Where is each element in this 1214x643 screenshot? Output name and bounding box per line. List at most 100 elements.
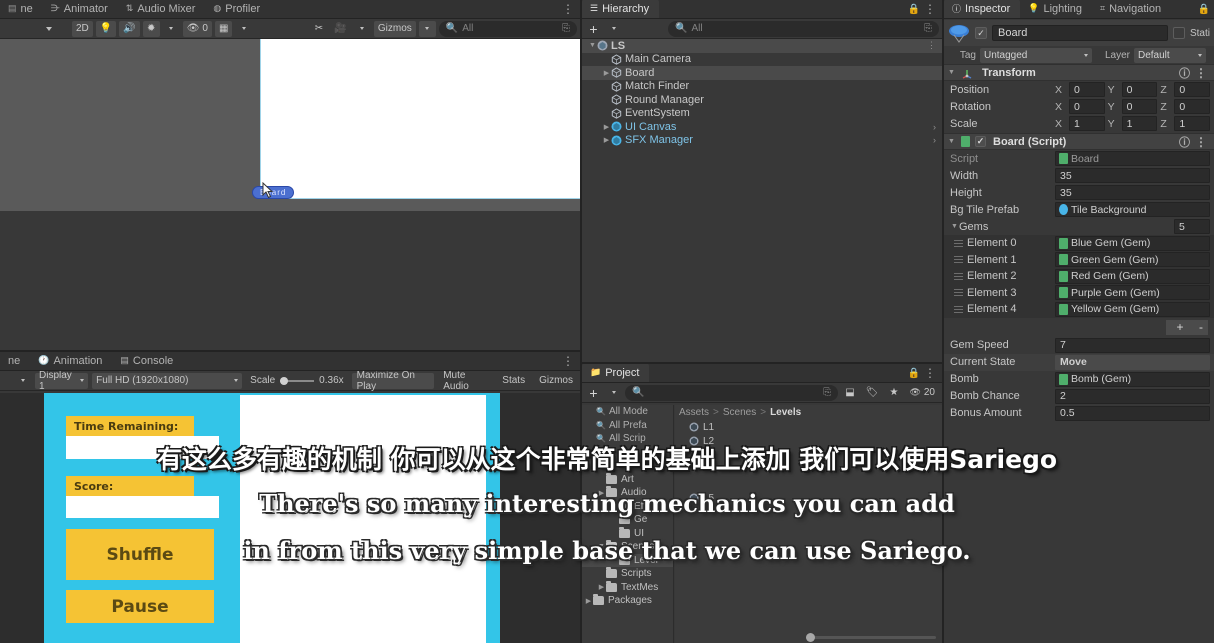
position-y-input[interactable]: 0 — [1121, 82, 1158, 97]
gem-element-object-field[interactable]: Red Gem (Gem) — [1055, 268, 1210, 284]
drag-handle-icon[interactable] — [954, 256, 967, 264]
scale-slider[interactable]: Scale 0.36x — [246, 375, 347, 386]
game-viewmode-chevron-down-icon[interactable] — [14, 373, 31, 389]
component-menu-icon[interactable]: ⋮ — [1195, 67, 1211, 79]
gem-element-object-field[interactable]: Purple Gem (Gem) — [1055, 285, 1210, 301]
gem-element-row[interactable]: Element 4 Yellow Gem (Gem) — [944, 301, 1214, 318]
project-filter-all-prefa[interactable]: 🔍 All Prefa — [582, 419, 673, 433]
tab-audio-mixer[interactable]: ⇅ Audio Mixer — [118, 0, 206, 18]
bomb-chance-input[interactable]: 2 — [1055, 388, 1210, 404]
gems-add-button[interactable]: + — [1166, 319, 1194, 335]
project-search-input[interactable]: 🔍 ⎘ — [625, 384, 839, 401]
scale-y-input[interactable]: 1 — [1121, 116, 1158, 131]
effects-chevron-down-icon[interactable] — [163, 21, 180, 37]
bg-tile-prefab-object-field[interactable]: Tile Background — [1055, 202, 1210, 217]
hidden-packages-badge[interactable]: 👁 20 — [905, 385, 939, 401]
project-zoom-slider[interactable] — [806, 633, 936, 642]
scene-panel-menu-icon[interactable]: ⋮ — [562, 3, 580, 18]
breadcrumb-item-scenes[interactable]: Scenes — [723, 407, 756, 418]
rotation-x-input[interactable]: 0 — [1069, 99, 1105, 114]
camera-icon[interactable]: 🎥 — [330, 21, 350, 37]
hierarchy-prefab-open-icon[interactable]: › — [933, 122, 936, 132]
search-picker-icon[interactable]: ⎘ — [562, 23, 570, 34]
component-header-transform[interactable]: ▼ Transform ⓘ ⋮ — [944, 64, 1214, 81]
lock-icon[interactable]: 🔒 — [1198, 4, 1214, 18]
resolution-dropdown[interactable]: Full HD (1920x1080) — [92, 372, 243, 389]
hierarchy-item-main-camera[interactable]: Main Camera — [582, 53, 942, 67]
lock-icon[interactable]: 🔒 — [908, 4, 920, 18]
bomb-object-field[interactable]: Bomb (Gem) — [1055, 371, 1210, 387]
component-header-board-script[interactable]: ▼ ✓ Board (Script) ⓘ ⋮ — [944, 133, 1214, 150]
position-x-input[interactable]: 0 — [1069, 82, 1105, 97]
drag-handle-icon[interactable] — [954, 289, 967, 297]
pause-button[interactable]: Pause — [66, 590, 214, 623]
project-foldout-icon[interactable]: ▶ — [597, 583, 606, 591]
breadcrumb-item-assets[interactable]: Assets — [679, 407, 709, 418]
filter-by-label-icon[interactable]: 🏷 — [862, 385, 883, 401]
hierarchy-menu-icon[interactable]: ⋮ — [920, 3, 942, 18]
gem-element-row[interactable]: Element 3 Purple Gem (Gem) — [944, 285, 1214, 302]
gems-size-field[interactable]: 5 — [1174, 219, 1210, 234]
scissors-icon[interactable]: ✂ — [310, 21, 327, 37]
hierarchy-item-eventsystem[interactable]: EventSystem — [582, 107, 942, 121]
drag-handle-icon[interactable] — [954, 305, 967, 313]
hierarchy-foldout-icon[interactable]: ▶ — [602, 69, 611, 77]
tab-animator[interactable]: ⋺ Animator — [43, 0, 118, 18]
gizmos-toggle[interactable]: Gizmos — [534, 373, 578, 389]
tab-timeline[interactable]: ▤ ne — [0, 0, 43, 18]
drag-handle-icon[interactable] — [954, 239, 967, 247]
project-asset-l1[interactable]: L1 — [675, 420, 942, 434]
lightbulb-icon[interactable]: 💡 — [95, 20, 117, 37]
maximize-on-play-toggle[interactable]: Maximize On Play — [351, 370, 435, 392]
gem-element-row[interactable]: Element 2 Red Gem (Gem) — [944, 268, 1214, 285]
tab-hierarchy[interactable]: ☰ Hierarchy — [582, 0, 660, 18]
project-add-button[interactable]: + — [585, 385, 602, 401]
static-checkbox[interactable] — [1172, 27, 1185, 39]
project-menu-icon[interactable]: ⋮ — [920, 367, 942, 382]
draw-mode-chevron-down-icon[interactable] — [46, 26, 52, 31]
hierarchy-item-board[interactable]: ▶ Board — [582, 66, 942, 80]
rotation-y-input[interactable]: 0 — [1121, 99, 1158, 114]
hierarchy-add-chevron-down-icon[interactable] — [605, 21, 622, 37]
width-input[interactable]: 35 — [1055, 168, 1210, 183]
project-folder-textmes[interactable]: ▶ TextMes — [582, 580, 673, 595]
gem-element-object-field[interactable]: Green Gem (Gem) — [1055, 252, 1210, 268]
scene-viewport[interactable] — [0, 39, 580, 211]
board-script-foldout-icon[interactable]: ▼ — [947, 138, 956, 145]
hierarchy-item-round-manager[interactable]: Round Manager — [582, 93, 942, 107]
scene-search-input[interactable]: 🔍 All ⎘ — [438, 20, 577, 37]
favorites-star-icon[interactable]: ★ — [885, 385, 902, 401]
gem-speed-input[interactable]: 7 — [1055, 337, 1210, 353]
tab-navigation[interactable]: ⌗ Navigation — [1092, 0, 1171, 18]
object-name-field[interactable]: Board — [992, 25, 1168, 41]
hierarchy-item-sfx-manager[interactable]: ▶ SFX Manager › — [582, 134, 942, 148]
mute-audio-toggle[interactable]: Mute Audio — [438, 370, 493, 392]
hierarchy-prefab-open-icon[interactable]: › — [933, 135, 936, 145]
scene-board-object[interactable] — [260, 39, 580, 199]
hierarchy-scene-menu-icon[interactable]: ⋮ — [927, 40, 936, 51]
tab-inspector[interactable]: ⓘ Inspector — [944, 0, 1021, 18]
gem-element-row[interactable]: Element 1 Green Gem (Gem) — [944, 252, 1214, 269]
hierarchy-foldout-icon[interactable]: ▼ — [588, 42, 597, 49]
game-panel-menu-icon[interactable]: ⋮ — [562, 355, 580, 370]
transform-foldout-icon[interactable]: ▼ — [947, 69, 956, 76]
hierarchy-foldout-icon[interactable]: ▶ — [602, 123, 611, 131]
project-filter-all-mode[interactable]: 🔍 All Mode — [582, 405, 673, 419]
hierarchy-foldout-icon[interactable]: ▶ — [602, 136, 611, 144]
game-viewport[interactable]: Time Remaining: Score: Shuffle Pause — [0, 393, 580, 643]
project-folder-packages[interactable]: ▶ Packages — [582, 594, 673, 608]
tab-console[interactable]: ▤ Console — [112, 351, 183, 370]
drag-handle-icon[interactable] — [954, 272, 967, 280]
component-menu-icon[interactable]: ⋮ — [1195, 136, 1211, 148]
gizmos-button[interactable]: Gizmos — [373, 20, 416, 37]
layer-dropdown[interactable]: Default — [1134, 47, 1206, 63]
gem-element-row[interactable]: Element 0 Blue Gem (Gem) — [944, 235, 1214, 252]
horizontal-splitter-middle[interactable] — [582, 362, 942, 364]
hierarchy-search-input[interactable]: 🔍 All ⎘ — [668, 20, 939, 37]
tab-profiler[interactable]: ◍ Profiler — [205, 0, 270, 18]
hierarchy-item-match-finder[interactable]: Match Finder — [582, 80, 942, 94]
project-add-chevron-down-icon[interactable] — [605, 385, 622, 401]
filter-by-type-icon[interactable]: ⬓ — [841, 385, 858, 401]
help-icon[interactable]: ⓘ — [1179, 134, 1190, 150]
project-folder-scripts[interactable]: Scripts — [582, 567, 673, 581]
